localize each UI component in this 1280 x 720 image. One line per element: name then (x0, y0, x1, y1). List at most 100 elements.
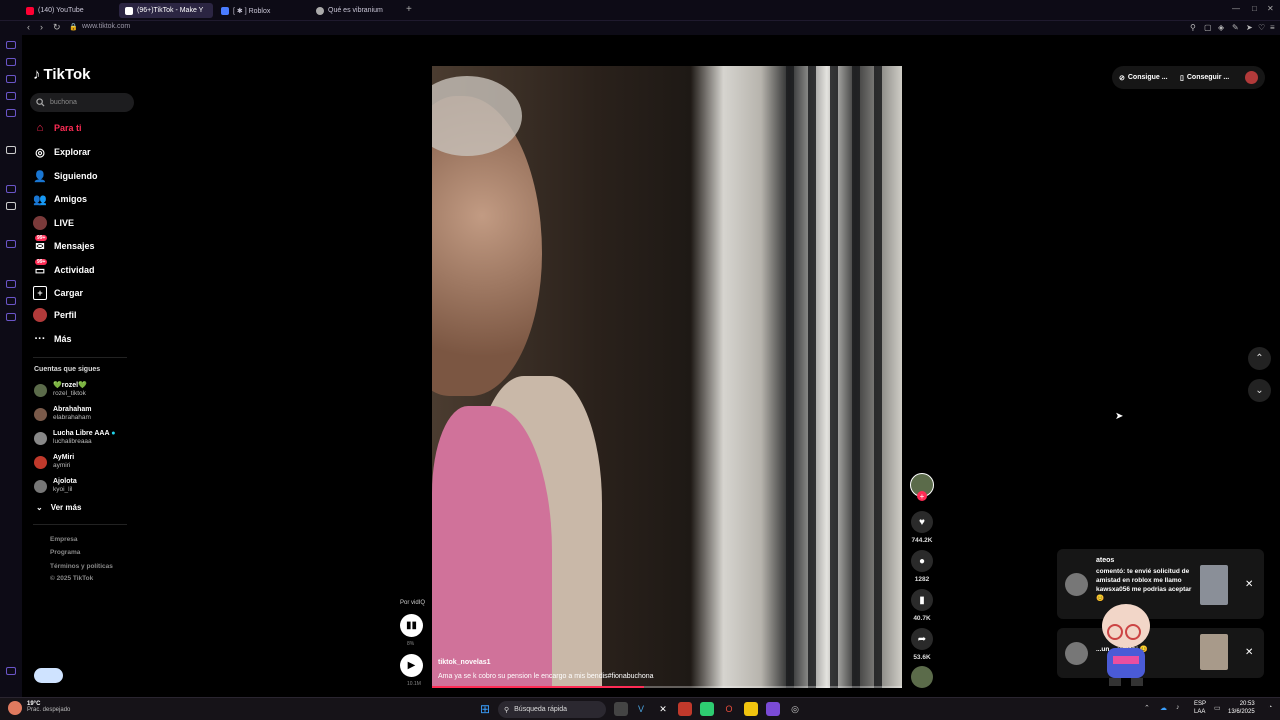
nav-perfil[interactable]: Perfil (33, 308, 77, 322)
mic-icon[interactable]: ♪ (1176, 704, 1180, 711)
xbox-icon[interactable] (700, 702, 714, 716)
footer-link[interactable]: Programa (50, 549, 80, 556)
settings-icon[interactable] (6, 313, 16, 321)
task-view-icon[interactable] (614, 702, 628, 716)
footer-link[interactable]: Empresa (50, 536, 77, 543)
extension-icon[interactable]: ➤ (1246, 23, 1253, 32)
chevron-up-icon[interactable]: ⌃ (1144, 704, 1150, 712)
tab-tiktok[interactable]: (96+)TikTok - Make Y (119, 3, 213, 18)
comment-button[interactable]: ● 1282 (909, 550, 935, 583)
extension-icon[interactable]: ◈ (1218, 23, 1224, 32)
share-button[interactable]: ➦ 53.6K (909, 628, 935, 661)
nav-cargar[interactable]: + Cargar (33, 286, 83, 300)
avatar (34, 383, 47, 397)
sidebar-app-icon[interactable] (6, 280, 16, 288)
windows-start-icon[interactable]: ⊞ (478, 702, 492, 716)
weather-widget[interactable]: 19°C Prac. despejado (8, 701, 70, 715)
notification-toast[interactable]: ateos comentó: te envié solicitud de ami… (1057, 549, 1264, 619)
folder-icon[interactable] (744, 702, 758, 716)
nav-live[interactable]: LIVE (33, 216, 74, 230)
sidebar-app-icon[interactable] (6, 58, 16, 66)
get-app-button[interactable]: ▯ Conseguir ... (1180, 69, 1229, 86)
chevron-down-icon: ⌄ (36, 503, 43, 512)
toggle-switch[interactable] (34, 668, 63, 683)
extension-icon[interactable]: ⚲ (1190, 23, 1196, 32)
footer-link[interactable]: Términos y políticas (50, 563, 113, 570)
sidebar-app-icon[interactable] (6, 75, 16, 83)
app-icon[interactable]: ◎ (788, 702, 802, 716)
sidebar-app-icon[interactable] (6, 92, 16, 100)
nav-amigos[interactable]: 👥 Amigos (33, 192, 87, 206)
notification-toast[interactable]: ...un ...eyNabi 😊 ✕ (1057, 628, 1264, 678)
extension-icon[interactable]: ✎ (1232, 23, 1239, 32)
tab-roblox[interactable]: [ ✱ ] Roblox (215, 3, 310, 18)
nav-explorar[interactable]: ◎ Explorar (33, 145, 90, 159)
get-coins-button[interactable]: ⊘ Consigue ... (1119, 69, 1168, 86)
tab-youtube[interactable]: (140) YouTube (20, 3, 116, 18)
opera-icon[interactable]: O (722, 702, 736, 716)
notification-bell-icon[interactable]: ◔ (1268, 704, 1272, 711)
sidebar-app-icon[interactable] (6, 297, 16, 305)
close-icon[interactable]: ✕ (1245, 647, 1253, 658)
sidebar-app-icon[interactable] (6, 146, 16, 154)
language-indicator[interactable]: ESP LAA (1194, 700, 1206, 716)
following-account[interactable]: Lucha Libre AAA ● luchalibreaaa (34, 428, 115, 448)
close-icon[interactable]: ✕ (1267, 4, 1274, 13)
sidebar-app-icon[interactable] (6, 185, 16, 193)
play-button[interactable]: ▶ (400, 654, 423, 677)
home-icon: ⌂ (36, 122, 44, 134)
previous-video-button[interactable]: ⌃ (1248, 347, 1271, 370)
vscode-icon[interactable]: V (634, 702, 648, 716)
minimize-icon[interactable]: — (1232, 4, 1240, 13)
app-icon[interactable] (678, 702, 692, 716)
see-more-button[interactable]: ⌄ Ver más (36, 503, 81, 512)
globe-icon (316, 6, 324, 15)
music-disc-icon[interactable] (911, 666, 933, 688)
sidebar-app-icon[interactable] (6, 109, 16, 117)
reload-icon[interactable]: ↻ (53, 22, 61, 33)
next-video-button[interactable]: ⌄ (1248, 379, 1271, 402)
sidebar-app-icon[interactable] (6, 41, 16, 49)
sidebar-app-icon[interactable] (6, 240, 16, 248)
following-account[interactable]: 💚rozel💚 rozel_tiktok (34, 380, 87, 400)
cloud-icon[interactable]: ☁ (1160, 704, 1167, 712)
network-icon[interactable]: ▭ (1214, 704, 1221, 712)
heart-icon[interactable]: ♡ (1258, 23, 1265, 32)
forward-icon[interactable]: › (40, 22, 43, 32)
divider (33, 357, 127, 358)
save-button[interactable]: ▮ 40.7K (909, 589, 935, 622)
video-player[interactable]: tiktok_novelas1 Ama ya se k cobro su pen… (432, 66, 902, 688)
search-input[interactable]: buchona (30, 93, 134, 112)
nav-mas[interactable]: ··· Más (33, 332, 72, 346)
following-account[interactable]: Ajolota kyoi_lil (34, 476, 77, 496)
notification-thumbnail (1200, 565, 1228, 605)
follow-plus-icon[interactable]: + (917, 491, 927, 501)
maximize-icon[interactable]: □ (1252, 4, 1257, 13)
sidebar-app-icon[interactable] (6, 667, 16, 675)
nav-actividad[interactable]: ▭ 99+ Actividad (33, 259, 95, 277)
nav-siguiendo[interactable]: 👤 Siguiendo (33, 169, 97, 183)
app-icon[interactable] (766, 702, 780, 716)
tiktok-logo[interactable]: ♪ TikTok (33, 66, 90, 83)
app-icon[interactable]: ✕ (656, 702, 670, 716)
x-icon[interactable] (6, 202, 16, 210)
taskbar-search[interactable]: ⚲ Búsqueda rápida (498, 701, 606, 718)
like-button[interactable]: ♥ 744.2K (909, 511, 935, 544)
following-account[interactable]: AyMiri aymiri (34, 452, 74, 472)
menu-icon[interactable]: ≡ (1270, 23, 1275, 32)
desktop-mascot[interactable] (1093, 600, 1159, 688)
url-field[interactable]: www.tiktok.com (82, 23, 130, 30)
user-avatar[interactable] (1245, 71, 1258, 84)
video-username[interactable]: tiktok_novelas1 (438, 659, 491, 666)
close-icon[interactable]: ✕ (1245, 579, 1253, 590)
following-account[interactable]: Abrahaham elabrahaham (34, 404, 92, 424)
extension-icon[interactable]: ▢ (1204, 23, 1212, 32)
nav-para-ti[interactable]: ⌂ Para ti (33, 121, 82, 135)
vidiq-stats-button[interactable]: ▮▮ (400, 614, 423, 637)
tab-vibranium[interactable]: Qué es vibranium (310, 3, 402, 18)
nav-mensajes[interactable]: ✉ 99+ Mensajes (33, 235, 95, 253)
video-progress-bar[interactable] (432, 686, 902, 688)
clock[interactable]: 20:53 13/6/2025 (1228, 700, 1255, 716)
back-icon[interactable]: ‹ (27, 22, 30, 32)
new-tab-button[interactable]: + (406, 4, 412, 15)
